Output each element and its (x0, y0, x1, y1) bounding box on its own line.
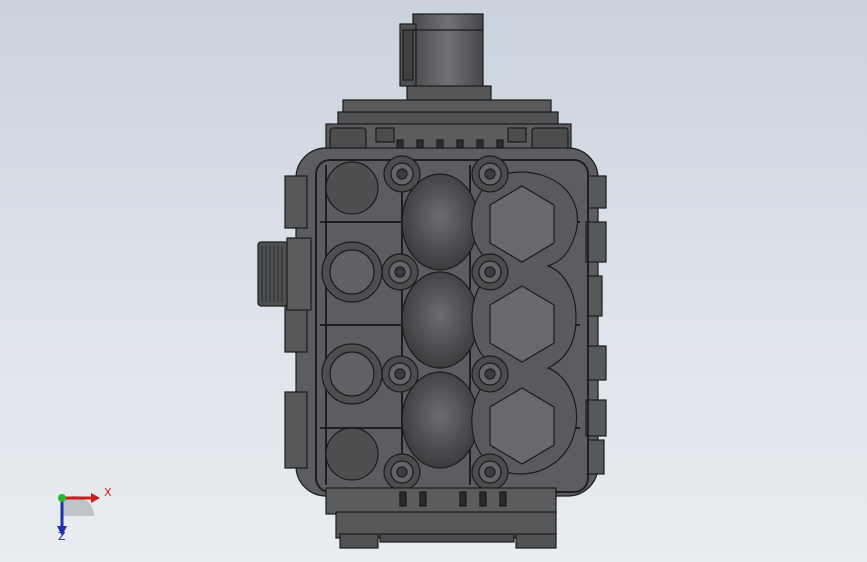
pump-model[interactable] (0, 0, 867, 562)
left-fitting (257, 237, 312, 311)
lower-flange (325, 487, 557, 549)
cylinder-bores (401, 173, 479, 469)
top-inlet-pipe (399, 13, 492, 101)
right-plug-housing (471, 171, 579, 475)
left-side-bosses (284, 175, 308, 469)
z-axis-label: Z (58, 530, 66, 543)
cad-viewport[interactable]: X Z (0, 0, 867, 562)
x-axis-label: X (104, 486, 112, 499)
upper-flange (325, 99, 572, 153)
